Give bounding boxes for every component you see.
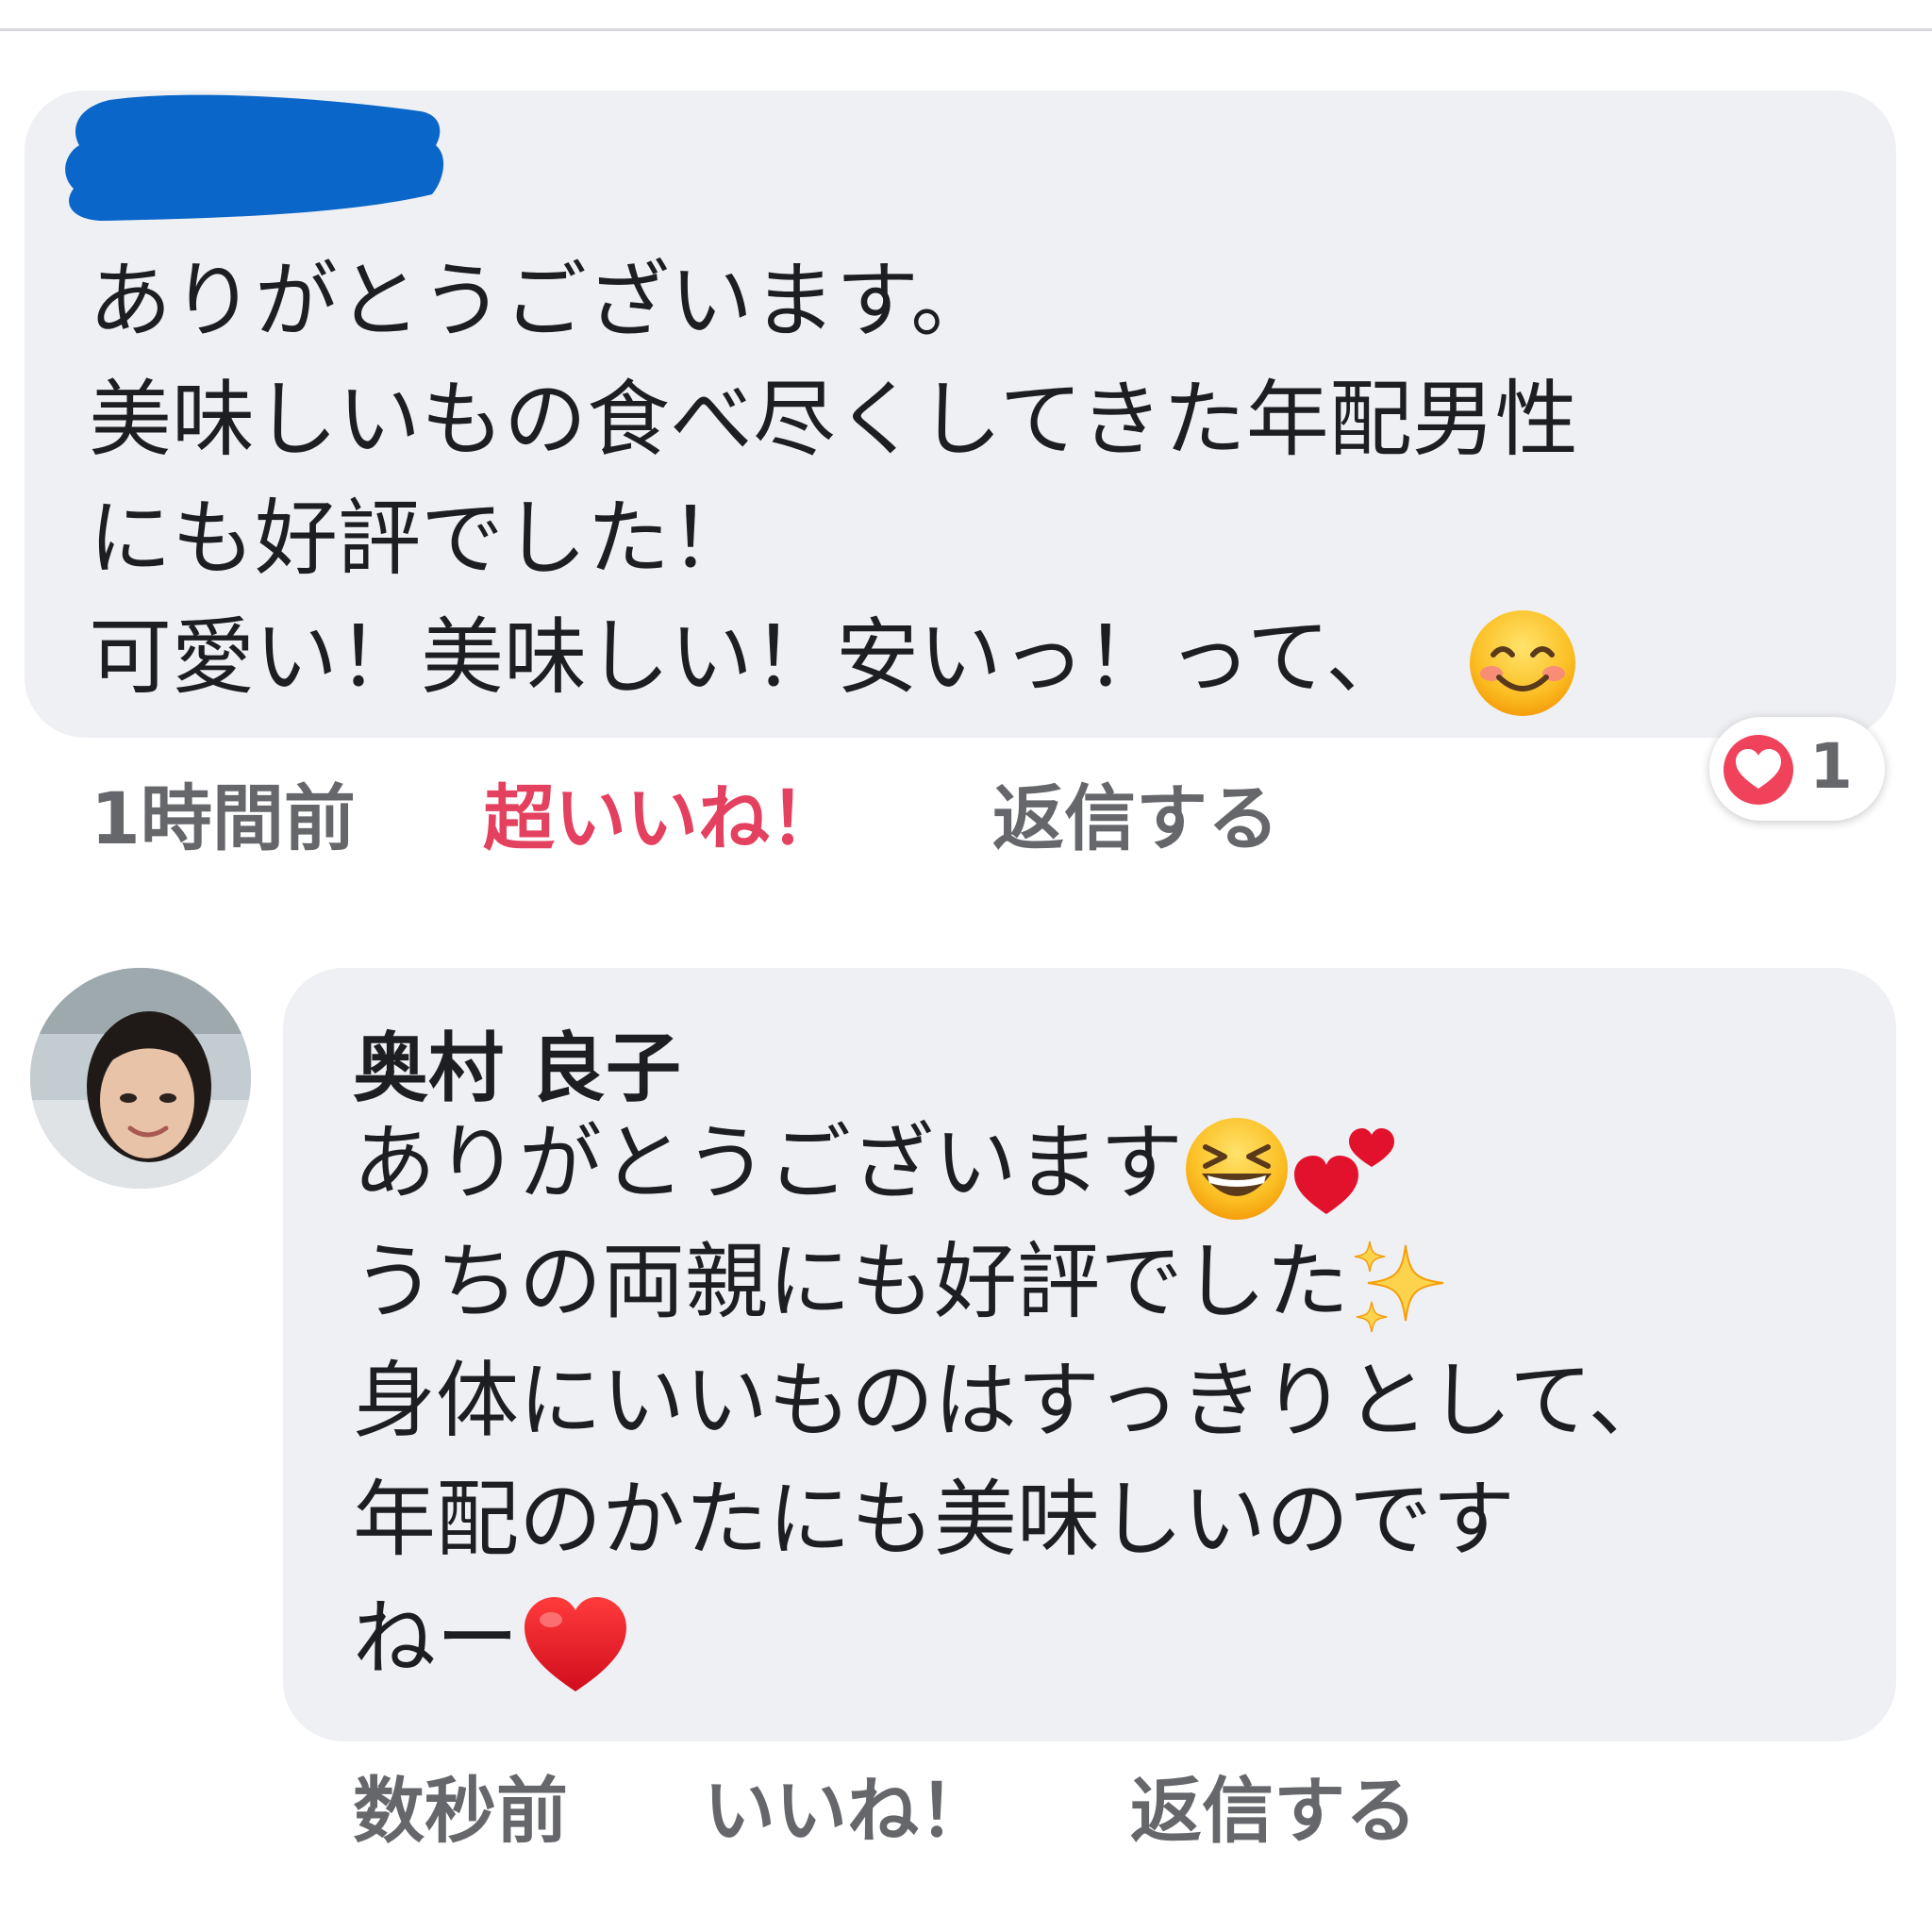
- avatar-photo: [30, 968, 251, 1189]
- love-reaction-button[interactable]: 超いいね！: [483, 760, 841, 864]
- comment-line-text: 可愛い！美味しい！安いっ！って、: [89, 608, 1409, 706]
- two-hearts-icon: [1294, 1128, 1395, 1215]
- reply-button[interactable]: 返信する: [1130, 1753, 1417, 1857]
- comment-line: 美味しいもの食べ尽くしてきた年配男性: [89, 371, 1578, 468]
- reply-button[interactable]: 返信する: [992, 760, 1279, 864]
- comment-line: 可愛い！美味しい！安いっ！って、: [89, 598, 1578, 717]
- like-button[interactable]: いいね！: [704, 1753, 991, 1857]
- comment-line: 身体にいいものはすっきりとして、: [353, 1352, 1672, 1449]
- red-heart-icon: [525, 1597, 627, 1692]
- comment-actions: 1時間前 超いいね！ 返信する: [0, 760, 1932, 860]
- comment-line-text: ねー: [353, 1590, 520, 1687]
- redacted-author-name: [65, 94, 444, 222]
- comment-line: ねー: [353, 1579, 1671, 1698]
- comment-line: にも好評でした！: [89, 490, 754, 587]
- smiling-face-icon: [1470, 610, 1576, 717]
- top-divider: [0, 28, 1932, 31]
- comment-line-text: ありがとうございます: [353, 1114, 1184, 1211]
- comment-actions: 数秒前 いいね！ 返信する: [0, 1753, 1932, 1853]
- grinning-squinting-face-icon: [1186, 1118, 1289, 1221]
- comment-line: ありがとうございます: [353, 1104, 1671, 1223]
- comment-line: ありがとうございます。: [89, 252, 994, 349]
- comment-body: ありがとうございます うちの両親にも好評でした 身体にいいものはすっきりとして、…: [353, 1104, 1671, 1698]
- author-name[interactable]: 奥村 良子: [353, 1008, 681, 1117]
- timestamp[interactable]: 1時間前: [91, 760, 356, 864]
- avatar[interactable]: [30, 968, 251, 1189]
- comment-line: うちの両親にも好評でした: [353, 1223, 1671, 1341]
- comment-line: 年配のかたにも美味しいのです: [353, 1471, 1516, 1568]
- sparkles-icon: [1354, 1241, 1444, 1333]
- timestamp[interactable]: 数秒前: [353, 1753, 568, 1857]
- comment-body: ありがとうございます。 美味しいもの食べ尽くしてきた年配男性 にも好評でした！ …: [89, 242, 1578, 717]
- comment-line-text: うちの両親にも好評でした: [353, 1233, 1350, 1330]
